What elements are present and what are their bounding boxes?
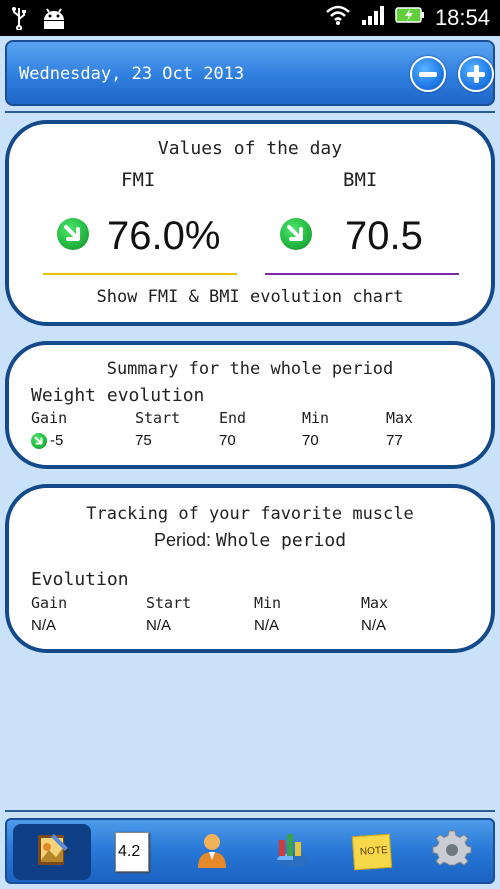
note-icon-label: NOTE bbox=[359, 844, 389, 858]
muscle-col-gain: Gain bbox=[31, 594, 68, 612]
clock: 18:54 bbox=[434, 4, 490, 30]
fmi-label: FMI bbox=[121, 169, 156, 191]
value-icon-label: 4.2 bbox=[118, 843, 141, 860]
bmi-value: 70.5 bbox=[345, 214, 423, 258]
muscle-col-start: Start bbox=[146, 594, 192, 612]
fmi-trend-down-icon bbox=[57, 218, 89, 250]
journal-icon bbox=[32, 830, 72, 875]
nav-profile[interactable] bbox=[173, 824, 251, 880]
col-end: End bbox=[219, 409, 247, 427]
muscle-col-min: Min bbox=[254, 594, 282, 612]
bmi-trend-down-icon bbox=[280, 218, 312, 250]
muscle-value-max: N/A bbox=[361, 617, 387, 634]
fmi-underline bbox=[43, 273, 237, 275]
bottom-navigation: 4.2 NOTE bbox=[5, 818, 495, 884]
nav-values[interactable]: 4.2 bbox=[93, 824, 171, 880]
summary-card: Summary for the whole period Weight evol… bbox=[5, 341, 495, 469]
col-start: Start bbox=[135, 409, 181, 427]
divider bbox=[5, 810, 495, 812]
value-start: 75 bbox=[135, 432, 152, 449]
evolution-label: Evolution bbox=[31, 569, 129, 590]
usb-icon bbox=[10, 6, 28, 35]
nav-statistics[interactable] bbox=[253, 824, 331, 880]
gain-trend-down-icon bbox=[31, 433, 47, 449]
col-min: Min bbox=[302, 409, 330, 427]
period-label: Period: bbox=[153, 530, 211, 550]
nav-journal[interactable] bbox=[13, 824, 91, 880]
date-header: Wednesday, 23 Oct 2013 bbox=[5, 40, 495, 106]
profile-icon bbox=[192, 830, 232, 875]
period-row: Period: Whole period bbox=[9, 530, 491, 551]
favorite-muscle-card: Tracking of your favorite muscle Period:… bbox=[5, 484, 495, 653]
gear-icon bbox=[432, 829, 472, 875]
status-bar: 18:54 bbox=[0, 0, 500, 36]
value-min: 70 bbox=[302, 432, 319, 449]
show-evolution-chart-link[interactable]: Show FMI & BMI evolution chart bbox=[9, 287, 491, 307]
muscle-value-min: N/A bbox=[254, 617, 280, 634]
stats-chart-icon bbox=[271, 830, 313, 875]
nav-settings[interactable] bbox=[413, 824, 491, 880]
note-icon: NOTE bbox=[351, 833, 393, 871]
bmi-underline bbox=[265, 273, 459, 275]
fmi-value: 76.0% bbox=[107, 214, 221, 258]
previous-day-button[interactable] bbox=[410, 56, 446, 92]
next-day-button[interactable] bbox=[458, 56, 494, 92]
nav-notes[interactable]: NOTE bbox=[333, 824, 411, 880]
value-icon: 4.2 bbox=[115, 832, 149, 872]
signal-icon bbox=[361, 4, 385, 31]
summary-card-title: Summary for the whole period bbox=[106, 359, 394, 379]
period-value[interactable]: Whole period bbox=[216, 530, 346, 551]
weight-evolution-label: Weight evolution bbox=[31, 385, 205, 406]
col-max: Max bbox=[386, 409, 414, 427]
col-gain: Gain bbox=[31, 409, 68, 427]
value-max: 77 bbox=[386, 432, 403, 449]
values-card-title: Values of the day bbox=[157, 138, 343, 159]
android-icon bbox=[40, 6, 68, 35]
battery-icon bbox=[395, 5, 425, 30]
minus-icon bbox=[419, 72, 437, 77]
wifi-icon bbox=[325, 4, 351, 31]
muscle-col-max: Max bbox=[361, 594, 389, 612]
current-date[interactable]: Wednesday, 23 Oct 2013 bbox=[19, 64, 244, 84]
divider bbox=[5, 111, 495, 113]
muscle-value-start: N/A bbox=[146, 617, 172, 634]
value-gain: -5 bbox=[50, 432, 64, 449]
value-end: 70 bbox=[219, 432, 236, 449]
bmi-label: BMI bbox=[343, 169, 378, 191]
muscle-value-gain: N/A bbox=[31, 617, 57, 634]
muscle-card-title: Tracking of your favorite muscle bbox=[86, 504, 414, 524]
values-of-the-day-card: Values of the day FMI BMI 76.0% 70.5 Sho… bbox=[5, 120, 495, 326]
